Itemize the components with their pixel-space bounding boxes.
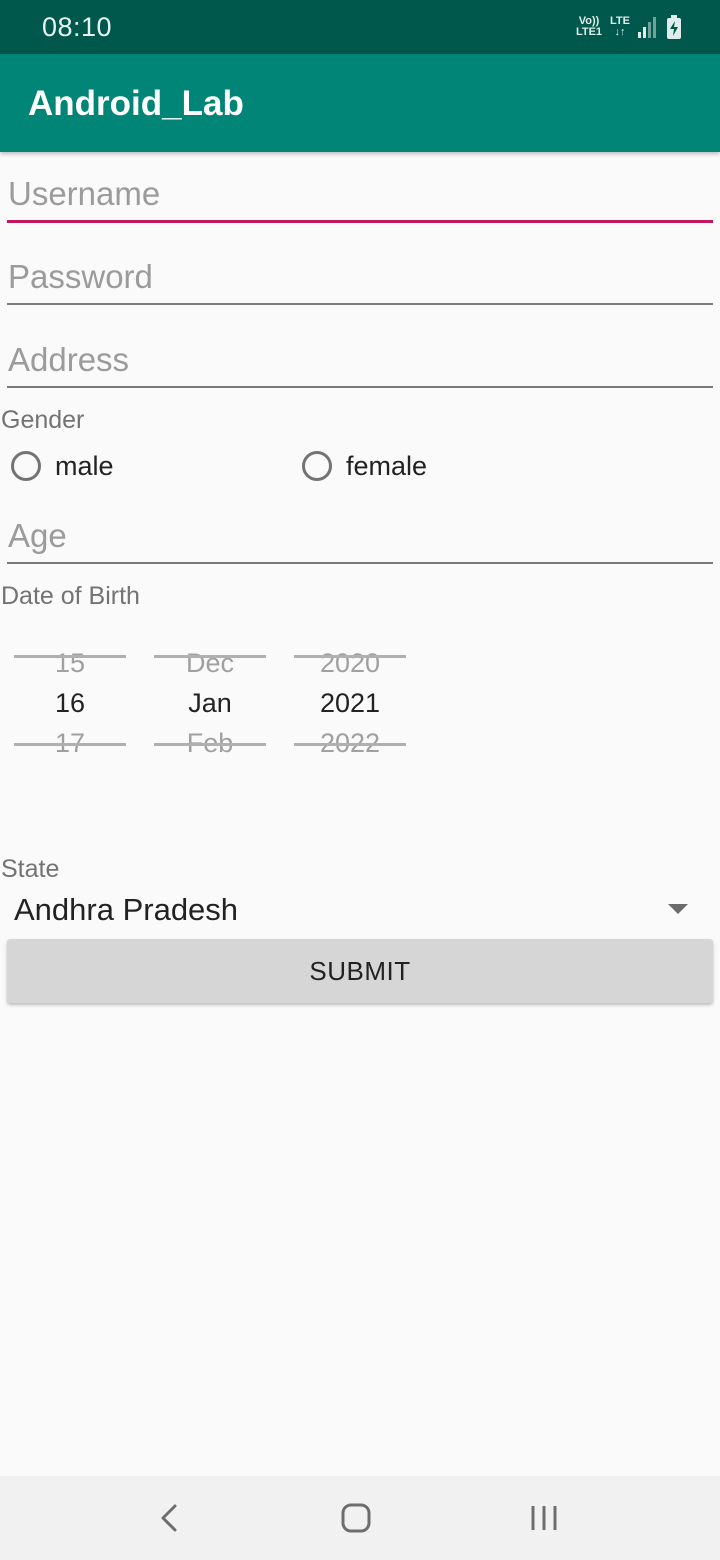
year-selected[interactable]: 2021	[294, 688, 406, 719]
month-selected[interactable]: Jan	[154, 688, 266, 719]
address-input[interactable]	[7, 336, 714, 384]
day-prev[interactable]: 15	[14, 648, 126, 679]
state-selected-value: Andhra Pradesh	[14, 892, 239, 927]
username-field-container	[7, 170, 714, 223]
radio-unchecked-icon	[11, 451, 41, 481]
year-prev[interactable]: 2020	[294, 648, 406, 679]
day-selected[interactable]: 16	[14, 688, 126, 719]
radio-label-male: male	[55, 450, 114, 481]
username-input[interactable]	[7, 170, 714, 218]
age-field-container	[7, 512, 714, 564]
lte-indicator: LTE ↓↑	[610, 16, 630, 38]
gender-radio-male[interactable]: male	[11, 446, 114, 486]
password-input[interactable]	[7, 253, 714, 301]
gender-radio-female[interactable]: female	[302, 446, 427, 486]
state-spinner[interactable]: Andhra Pradesh	[0, 886, 720, 934]
gender-label: Gender	[1, 406, 85, 434]
picker-divider	[14, 655, 126, 658]
status-icons: Vo)) LTE1 LTE ↓↑	[576, 12, 682, 42]
back-icon[interactable]	[150, 1498, 190, 1538]
month-prev[interactable]: Dec	[154, 648, 266, 679]
day-picker[interactable]: 15 16 17	[14, 638, 126, 760]
picker-divider	[294, 655, 406, 658]
home-icon[interactable]	[336, 1498, 376, 1538]
dob-label: Date of Birth	[1, 582, 140, 610]
picker-divider	[294, 743, 406, 746]
picker-divider	[154, 743, 266, 746]
navigation-bar	[0, 1476, 720, 1560]
submit-button[interactable]: SUBMIT	[7, 939, 713, 1003]
volte-indicator-bottom: LTE1	[575, 26, 603, 38]
app-bar: Android_Lab	[0, 54, 720, 152]
signal-icon	[638, 16, 658, 38]
picker-divider	[14, 743, 126, 746]
address-field-container	[7, 336, 714, 388]
radio-label-female: female	[346, 450, 428, 481]
dropdown-arrow-icon	[668, 904, 688, 914]
app-title: Android_Lab	[28, 84, 244, 123]
month-picker[interactable]: Dec Jan Feb	[154, 638, 266, 760]
age-input[interactable]	[7, 512, 714, 560]
status-bar: 08:10 Vo)) LTE1 LTE ↓↑	[0, 0, 720, 54]
volte-indicator: Vo)) LTE1	[576, 16, 602, 38]
password-field-container	[7, 253, 714, 305]
lte-indicator-bottom: ↓↑	[614, 26, 626, 38]
recent-apps-icon[interactable]	[524, 1498, 564, 1538]
radio-unchecked-icon	[302, 451, 332, 481]
battery-charging-icon	[666, 15, 682, 39]
year-picker[interactable]: 2020 2021 2022	[294, 638, 406, 760]
state-label: State	[1, 855, 60, 883]
picker-divider	[154, 655, 266, 658]
status-time: 08:10	[42, 12, 113, 42]
